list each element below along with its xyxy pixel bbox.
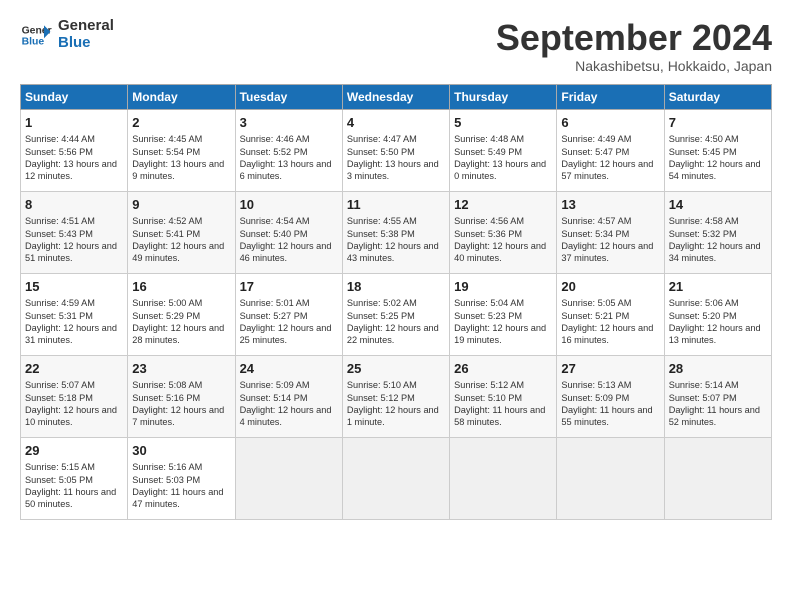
col-monday: Monday	[128, 84, 235, 109]
table-row: 5Sunrise: 4:48 AMSunset: 5:49 PMDaylight…	[450, 109, 557, 191]
table-row: 14Sunrise: 4:58 AMSunset: 5:32 PMDayligh…	[664, 191, 771, 273]
table-row	[450, 437, 557, 519]
calendar-week-3: 15Sunrise: 4:59 AMSunset: 5:31 PMDayligh…	[21, 273, 772, 355]
table-row: 2Sunrise: 4:45 AMSunset: 5:54 PMDaylight…	[128, 109, 235, 191]
logo-general: General	[58, 18, 114, 35]
table-row: 4Sunrise: 4:47 AMSunset: 5:50 PMDaylight…	[342, 109, 449, 191]
calendar-week-5: 29Sunrise: 5:15 AMSunset: 5:05 PMDayligh…	[21, 437, 772, 519]
table-row: 28Sunrise: 5:14 AMSunset: 5:07 PMDayligh…	[664, 355, 771, 437]
table-row: 30Sunrise: 5:16 AMSunset: 5:03 PMDayligh…	[128, 437, 235, 519]
logo-icon: General Blue	[20, 19, 52, 51]
logo-text: General Blue	[58, 18, 114, 51]
table-row: 13Sunrise: 4:57 AMSunset: 5:34 PMDayligh…	[557, 191, 664, 273]
table-row: 8Sunrise: 4:51 AMSunset: 5:43 PMDaylight…	[21, 191, 128, 273]
table-row: 11Sunrise: 4:55 AMSunset: 5:38 PMDayligh…	[342, 191, 449, 273]
table-row	[342, 437, 449, 519]
table-row	[235, 437, 342, 519]
table-row: 22Sunrise: 5:07 AMSunset: 5:18 PMDayligh…	[21, 355, 128, 437]
calendar-week-2: 8Sunrise: 4:51 AMSunset: 5:43 PMDaylight…	[21, 191, 772, 273]
table-row: 9Sunrise: 4:52 AMSunset: 5:41 PMDaylight…	[128, 191, 235, 273]
table-row: 20Sunrise: 5:05 AMSunset: 5:21 PMDayligh…	[557, 273, 664, 355]
table-row: 1Sunrise: 4:44 AMSunset: 5:56 PMDaylight…	[21, 109, 128, 191]
header: General Blue General Blue September 2024…	[20, 18, 772, 74]
table-row: 25Sunrise: 5:10 AMSunset: 5:12 PMDayligh…	[342, 355, 449, 437]
table-row: 26Sunrise: 5:12 AMSunset: 5:10 PMDayligh…	[450, 355, 557, 437]
table-row	[557, 437, 664, 519]
table-row: 12Sunrise: 4:56 AMSunset: 5:36 PMDayligh…	[450, 191, 557, 273]
col-thursday: Thursday	[450, 84, 557, 109]
col-wednesday: Wednesday	[342, 84, 449, 109]
svg-text:Blue: Blue	[22, 36, 45, 47]
location-subtitle: Nakashibetsu, Hokkaido, Japan	[496, 58, 772, 74]
logo: General Blue General Blue	[20, 18, 114, 51]
table-row: 21Sunrise: 5:06 AMSunset: 5:20 PMDayligh…	[664, 273, 771, 355]
calendar-table: Sunday Monday Tuesday Wednesday Thursday…	[20, 84, 772, 520]
table-row: 3Sunrise: 4:46 AMSunset: 5:52 PMDaylight…	[235, 109, 342, 191]
table-row: 23Sunrise: 5:08 AMSunset: 5:16 PMDayligh…	[128, 355, 235, 437]
table-row: 15Sunrise: 4:59 AMSunset: 5:31 PMDayligh…	[21, 273, 128, 355]
page-container: General Blue General Blue September 2024…	[0, 0, 792, 530]
col-sunday: Sunday	[21, 84, 128, 109]
logo-blue: Blue	[58, 35, 114, 52]
table-row: 10Sunrise: 4:54 AMSunset: 5:40 PMDayligh…	[235, 191, 342, 273]
title-block: September 2024 Nakashibetsu, Hokkaido, J…	[496, 18, 772, 74]
table-row: 18Sunrise: 5:02 AMSunset: 5:25 PMDayligh…	[342, 273, 449, 355]
month-title: September 2024	[496, 18, 772, 58]
col-friday: Friday	[557, 84, 664, 109]
col-tuesday: Tuesday	[235, 84, 342, 109]
table-row	[664, 437, 771, 519]
table-row: 29Sunrise: 5:15 AMSunset: 5:05 PMDayligh…	[21, 437, 128, 519]
table-row: 6Sunrise: 4:49 AMSunset: 5:47 PMDaylight…	[557, 109, 664, 191]
table-row: 7Sunrise: 4:50 AMSunset: 5:45 PMDaylight…	[664, 109, 771, 191]
table-row: 17Sunrise: 5:01 AMSunset: 5:27 PMDayligh…	[235, 273, 342, 355]
calendar-week-1: 1Sunrise: 4:44 AMSunset: 5:56 PMDaylight…	[21, 109, 772, 191]
table-row: 19Sunrise: 5:04 AMSunset: 5:23 PMDayligh…	[450, 273, 557, 355]
table-row: 27Sunrise: 5:13 AMSunset: 5:09 PMDayligh…	[557, 355, 664, 437]
calendar-week-4: 22Sunrise: 5:07 AMSunset: 5:18 PMDayligh…	[21, 355, 772, 437]
table-row: 24Sunrise: 5:09 AMSunset: 5:14 PMDayligh…	[235, 355, 342, 437]
col-saturday: Saturday	[664, 84, 771, 109]
table-row: 16Sunrise: 5:00 AMSunset: 5:29 PMDayligh…	[128, 273, 235, 355]
header-row: Sunday Monday Tuesday Wednesday Thursday…	[21, 84, 772, 109]
